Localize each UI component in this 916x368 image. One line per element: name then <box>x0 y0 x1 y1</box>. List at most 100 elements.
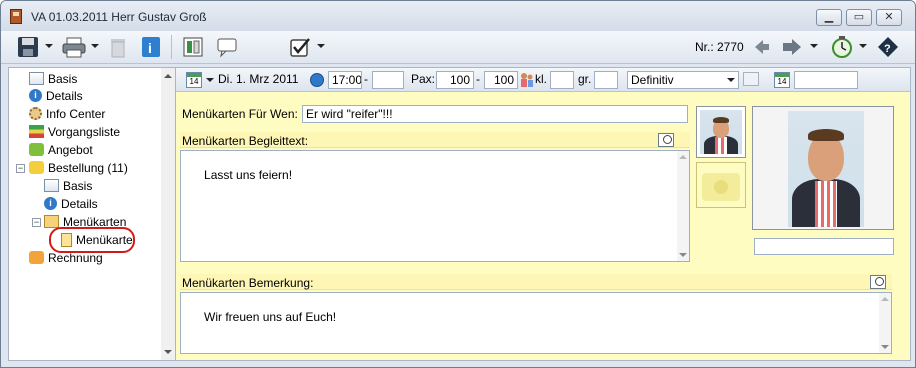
tree-item-details[interactable]: i Details <box>29 87 83 104</box>
tree-item-bestellung-details[interactable]: i Details <box>44 195 98 212</box>
stopwatch-icon <box>832 36 852 58</box>
gr-label: gr. <box>578 72 592 86</box>
tree-item-label: Vorgangsliste <box>48 124 121 139</box>
previous-button[interactable] <box>753 36 771 58</box>
info-button[interactable]: i <box>141 36 161 58</box>
trash-icon <box>111 39 125 58</box>
scroll-down-icon[interactable] <box>679 253 687 257</box>
tree-item-bestellung-basis[interactable]: Basis <box>44 177 92 194</box>
begleittext-textarea[interactable]: Lasst uns feiern! <box>180 150 690 262</box>
bemerkung-textarea[interactable]: Wir freuen uns auf Euch! <box>180 292 892 354</box>
time-separator: - <box>364 72 368 86</box>
comment-button[interactable] <box>215 36 239 58</box>
tree-item-label: Angebot <box>48 142 93 157</box>
add-photo-slot[interactable] <box>696 162 746 208</box>
svg-text:i: i <box>148 40 152 56</box>
fuer-wen-input[interactable]: Er wird "reifer"!!! <box>302 105 688 123</box>
app-icon <box>10 9 22 24</box>
kl-input[interactable] <box>550 71 574 89</box>
form-icon <box>44 179 59 192</box>
timer-button[interactable] <box>830 36 854 58</box>
calculator-button[interactable] <box>182 36 204 58</box>
photo-preview <box>752 106 894 230</box>
calendar-icon[interactable]: 14 <box>774 72 790 88</box>
event-date[interactable]: Di. 1. Mrz 2011 <box>218 72 298 90</box>
scroll-up-icon[interactable] <box>679 155 687 159</box>
begleittext-header: Menükarten Begleittext: <box>180 132 690 148</box>
event-filter-bar: 14 Di. 1. Mrz 2011 17:00 - Pax: 100 - 10… <box>176 68 910 92</box>
info-icon: i <box>29 89 42 102</box>
tree-item-angebot[interactable]: Angebot <box>29 141 93 158</box>
arrow-right-icon <box>783 39 801 55</box>
window-title: VA 01.03.2011 Herr Gustav Groß <box>31 10 207 24</box>
save-button[interactable] <box>17 36 39 58</box>
textarea-scrollbar[interactable] <box>879 293 891 353</box>
time-to-input[interactable] <box>372 71 404 89</box>
zoom-icon[interactable] <box>870 275 886 289</box>
toolbar-separator <box>171 35 172 59</box>
photo-caption-input[interactable] <box>754 238 894 255</box>
checklist-button[interactable] <box>289 36 313 58</box>
children-icon <box>520 72 534 88</box>
tree-item-vorgangsliste[interactable]: Vorgangsliste <box>29 123 120 140</box>
pax-from-input[interactable]: 100 <box>436 71 474 89</box>
toolbar: i Nr.: 2770 ? <box>1 31 915 64</box>
selection-highlight-ring <box>49 227 135 253</box>
next-button[interactable] <box>781 36 803 58</box>
pax-to-input[interactable]: 100 <box>484 71 518 89</box>
close-icon: ✕ <box>884 11 894 23</box>
status-select[interactable]: Definitiv <box>627 71 739 89</box>
calculator-icon <box>183 37 203 57</box>
tree-item-label: Basis <box>63 178 93 193</box>
print-dropdown-icon[interactable] <box>91 44 99 48</box>
close-button[interactable]: ✕ <box>876 9 902 26</box>
scroll-down-icon[interactable] <box>881 345 889 349</box>
pax-label: Pax: <box>411 72 436 86</box>
tree-item-label: Details <box>61 196 98 211</box>
zoom-icon[interactable] <box>658 133 674 147</box>
tree-item-info-center[interactable]: Info Center <box>29 105 105 122</box>
help-button[interactable]: ? <box>877 36 899 58</box>
scroll-up-icon[interactable] <box>881 297 889 301</box>
kl-label: kl. <box>535 72 547 86</box>
begleittext-text: Lasst uns feiern! <box>204 168 293 182</box>
person-photo-large <box>788 111 864 227</box>
printer-icon <box>62 37 86 58</box>
info-icon: i <box>44 197 57 210</box>
collapse-bestellung-icon[interactable]: − <box>16 164 25 173</box>
maximize-button[interactable]: ▭ <box>846 9 872 26</box>
tree-item-bestellung[interactable]: Bestellung (11) <box>29 159 128 176</box>
collapse-menuekarten-icon[interactable]: − <box>32 218 41 227</box>
clock-icon[interactable] <box>310 73 324 87</box>
tree-item-label: Info Center <box>46 106 106 121</box>
tree-item-label: Basis <box>48 71 78 86</box>
puzzle-icon <box>29 161 44 174</box>
tree-item-basis[interactable]: Basis <box>29 70 77 87</box>
fuer-wen-label: Menükarten Für Wen: <box>182 107 298 121</box>
help-book-icon: ? <box>878 37 898 57</box>
print-button[interactable] <box>61 36 87 58</box>
svg-text:?: ? <box>884 43 891 55</box>
scroll-down-icon[interactable] <box>164 350 172 354</box>
timer-dropdown-icon[interactable] <box>859 44 867 48</box>
calendar-icon[interactable]: 14 <box>186 72 202 88</box>
time-from-input[interactable]: 17:00 <box>328 71 362 89</box>
textarea-scrollbar[interactable] <box>677 151 689 261</box>
form-icon <box>29 72 44 85</box>
second-date-input[interactable] <box>794 71 858 89</box>
tree-scrollbar[interactable] <box>161 68 175 360</box>
date-dropdown-icon[interactable] <box>206 78 214 82</box>
maximize-icon: ▭ <box>853 11 865 23</box>
next-dropdown-icon[interactable] <box>810 44 818 48</box>
chevron-down-icon <box>727 78 735 82</box>
speech-bubble-icon <box>217 38 237 58</box>
delete-button[interactable] <box>108 36 128 58</box>
save-dropdown-icon[interactable] <box>45 44 53 48</box>
person-photo <box>700 110 742 154</box>
scroll-up-icon[interactable] <box>164 74 172 78</box>
minimize-button[interactable]: ▁ <box>816 9 842 26</box>
puzzle-icon <box>29 143 44 156</box>
gr-input[interactable] <box>594 71 618 89</box>
photo-thumbnail[interactable] <box>696 106 746 158</box>
checklist-dropdown-icon[interactable] <box>317 44 325 48</box>
